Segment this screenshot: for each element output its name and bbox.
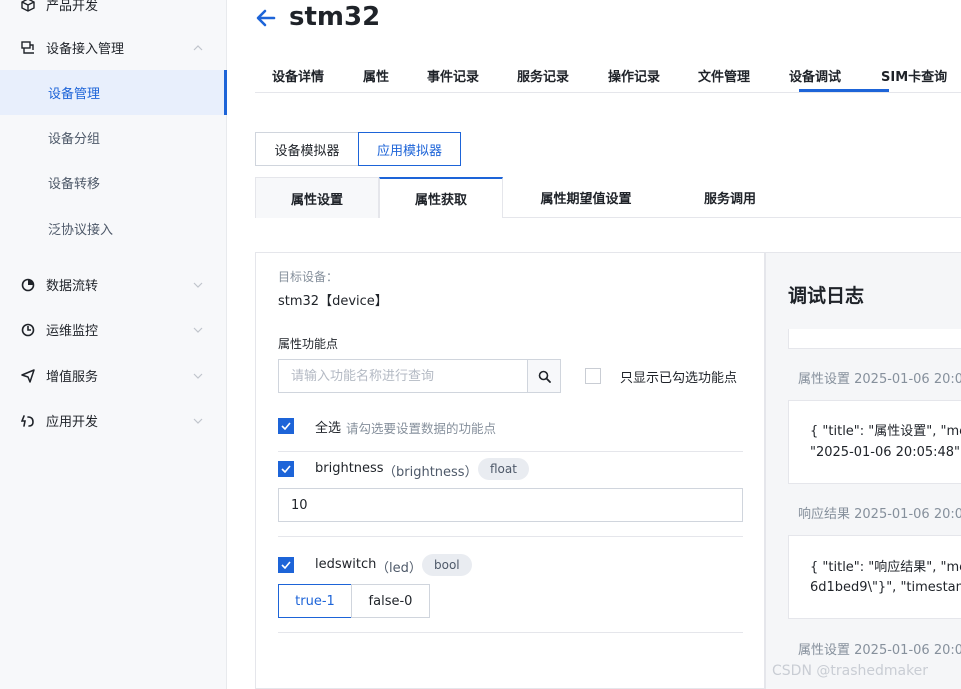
log-entry-card [788,400,961,484]
log-entry-card [788,329,961,349]
simulator-subtabs: 属性设置 属性获取 属性期望值设置 服务调用 [255,177,961,218]
divider [278,632,743,633]
cube-icon [20,0,36,13]
select-all-label: 全选 [315,421,342,436]
app-simulator-button[interactable]: 应用模拟器 [358,132,461,166]
property-identifier: （brightness） [383,465,478,480]
sidebar-subitem-generic-protocol[interactable]: 泛协议接入 [0,206,227,251]
sidebar-item-label: 运维监控 [46,324,99,339]
sidebar-subitem-device-transfer[interactable]: 设备转移 [0,160,227,205]
device-tabs: 设备详情 属性 事件记录 服务记录 操作记录 文件管理 设备调试 SIM卡查询 [255,56,961,93]
target-device-label: 目标设备： [278,270,339,284]
check-icon [281,561,291,569]
select-all-hint: 请勾选要设置数据的功能点 [346,421,497,436]
sidebar-item-value-added[interactable]: 增值服务 [0,353,227,398]
only-checked-label: 只显示已勾选功能点 [620,371,738,386]
sidebar-item-label: 数据流转 [46,279,99,294]
sidebar-item-app-dev[interactable]: 应用开发 [0,398,227,443]
sidebar-subitem-label: 设备管理 [48,87,101,102]
log-entry-header: 属性设置 2025-01-06 20:0 [798,372,961,387]
sidebar-item-label: 设备接入管理 [46,42,125,57]
property-type-badge: float [478,458,529,480]
sidebar-item-product-dev[interactable]: 产品开发 [0,0,227,27]
device-access-icon [20,40,36,56]
sidebar-item-data-flow[interactable]: 数据流转 [0,262,227,307]
debug-log-panel: 调试日志 属性设置 2025-01-06 20:0 { "title": "属性… [765,252,961,689]
divider [278,451,743,452]
chevron-down-icon [193,282,203,288]
debug-log-title: 调试日志 [788,285,865,307]
subtab-property-get[interactable]: 属性获取 [379,177,503,218]
search-button[interactable] [527,359,561,393]
device-simulator-button[interactable]: 设备模拟器 [255,132,359,166]
property-identifier: （led） [376,561,422,576]
search-icon [538,370,551,383]
log-entry-header: 属性设置 2025-01-06 20:0 [798,643,961,658]
active-tab-indicator [799,89,889,92]
log-entry-header: 响应结果 2025-01-06 20:0 [798,507,961,522]
bool-option-false[interactable]: false-0 [351,584,430,618]
chevron-down-icon [193,327,203,333]
back-arrow-icon[interactable] [255,7,277,29]
sidebar-item-label: 产品开发 [46,0,99,14]
property-name: ledswitch [315,557,377,572]
page-title: stm32 [289,2,381,32]
divider [278,536,743,537]
property-name: brightness [315,461,384,476]
target-device-value: stm32【device】 [278,294,388,309]
subtab-service-call[interactable]: 服务调用 [675,177,785,218]
log-entry-text: { "title": "响应结果", "mes [810,560,961,575]
sidebar-subitem-device-group[interactable]: 设备分组 [0,115,227,160]
device-detail-card: stm32 设备详情 属性 事件记录 服务记录 操作记录 文件管理 设备调试 S… [227,0,961,689]
feature-points-label: 属性功能点 [278,337,339,351]
log-entry-card [788,535,961,619]
monitor-icon [20,322,36,338]
log-entry-text: 6d1bed9\"}", "timestamp [810,580,961,595]
check-icon [281,422,291,430]
sidebar-subitem-device-manage[interactable]: 设备管理 [0,70,227,115]
sidebar-item-device-access[interactable]: 设备接入管理 [0,25,227,70]
tab-device-debug[interactable]: 设备调试 [789,66,841,85]
check-icon [281,465,291,473]
sidebar-subitem-label: 泛协议接入 [48,223,114,238]
data-flow-icon [20,277,36,293]
only-checked-checkbox[interactable] [585,368,601,384]
sidebar-item-label: 应用开发 [46,415,99,430]
tab-operation-records[interactable]: 操作记录 [608,66,660,85]
watermark: CSDN @trashedmaker [772,663,929,679]
sidebar-item-label: 增值服务 [46,370,99,385]
log-entry-text: "2025-01-06 20:05:48" } [810,445,961,460]
tab-event-records[interactable]: 事件记录 [427,66,479,85]
property-form-panel: 目标设备： stm32【device】 属性功能点 只显示已勾选功能点 全选 请… [255,252,765,689]
log-entry-text: { "title": "属性设置", "mes [810,424,961,439]
send-icon [20,368,36,384]
sidebar-item-monitor[interactable]: 运维监控 [0,307,227,352]
chevron-down-icon [193,373,203,379]
subtab-property-set[interactable]: 属性设置 [255,177,379,218]
sidebar: 产品开发 设备接入管理 设备管理 设备分组 设备转移 泛协议接入 数据流转 运维… [0,0,227,689]
brightness-checkbox[interactable] [278,461,294,477]
main-content: stm32 设备详情 属性 事件记录 服务记录 操作记录 文件管理 设备调试 S… [227,0,961,689]
chevron-up-icon [193,44,203,50]
tab-properties[interactable]: 属性 [363,66,389,85]
select-all-checkbox[interactable] [278,418,294,434]
chevron-down-icon [193,418,203,424]
tab-device-detail[interactable]: 设备详情 [272,66,324,85]
sidebar-subitem-label: 设备转移 [48,177,101,192]
bool-option-true[interactable]: true-1 [278,584,352,618]
subtab-property-expected[interactable]: 属性期望值设置 [517,177,655,218]
feature-search-input[interactable] [278,359,528,393]
sidebar-subitem-label: 设备分组 [48,132,101,147]
tab-sim-query[interactable]: SIM卡查询 [881,66,947,85]
ledswitch-checkbox[interactable] [278,557,294,573]
brightness-value-input[interactable] [278,488,743,522]
property-type-badge: bool [422,554,472,576]
app-dev-icon [20,413,36,429]
tab-service-records[interactable]: 服务记录 [517,66,569,85]
tab-file-management[interactable]: 文件管理 [698,66,750,85]
